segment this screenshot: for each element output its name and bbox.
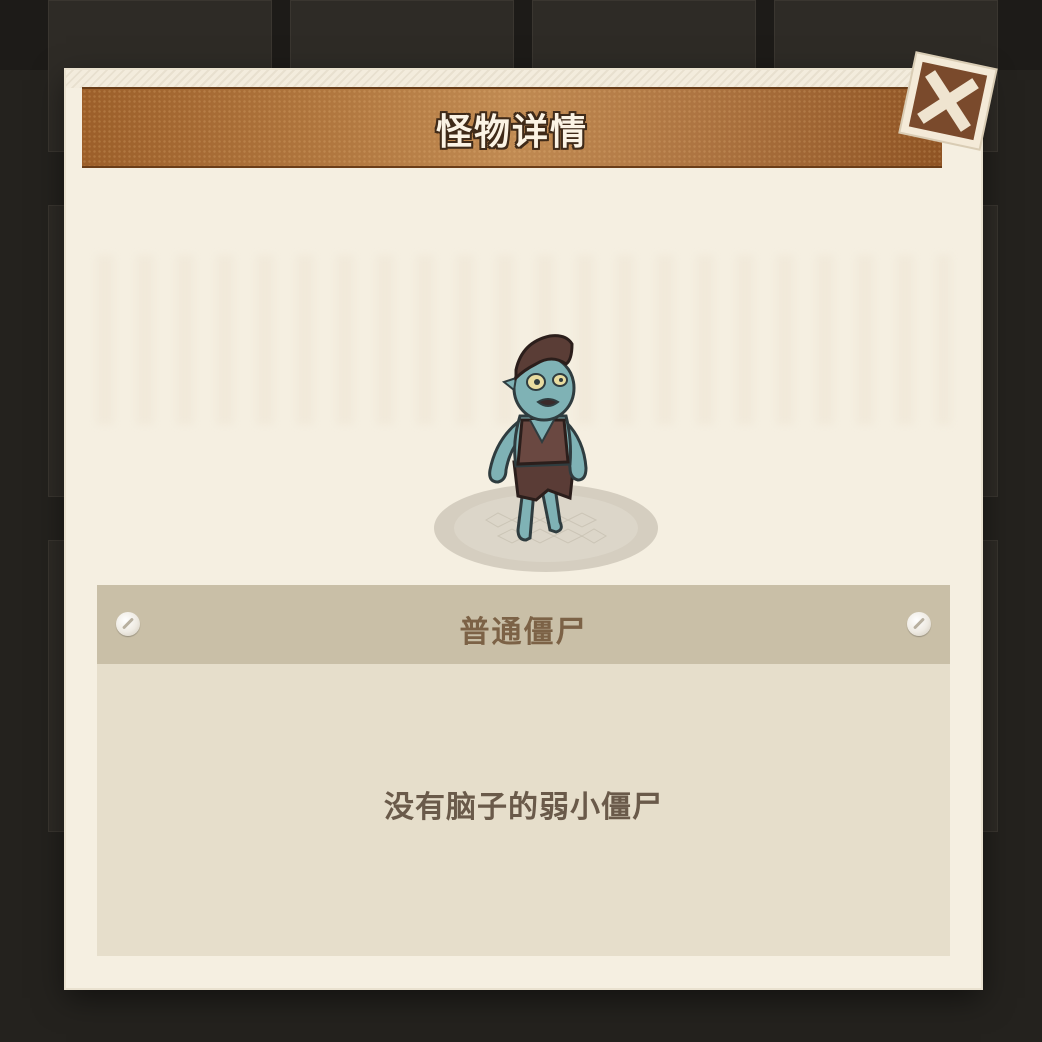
monster-detail-dialog: 怪物详情 普通僵尸 没有脑子的弱小僵尸 <box>66 70 981 988</box>
monster-showcase <box>96 215 951 580</box>
monster-description-panel: 没有脑子的弱小僵尸 <box>97 664 950 956</box>
monster-name: 普通僵尸 <box>459 615 588 650</box>
close-x-icon <box>893 46 1003 156</box>
dialog-top-border <box>66 70 981 88</box>
rivet-icon <box>907 612 931 636</box>
dialog-title: 怪物详情 <box>435 112 588 153</box>
monster-description: 没有脑子的弱小僵尸 <box>384 790 663 825</box>
close-button[interactable] <box>893 46 1003 156</box>
monster-name-bar: 普通僵尸 <box>97 585 950 664</box>
zombie-sprite <box>426 330 666 580</box>
dialog-header-banner: 怪物详情 <box>82 87 942 168</box>
